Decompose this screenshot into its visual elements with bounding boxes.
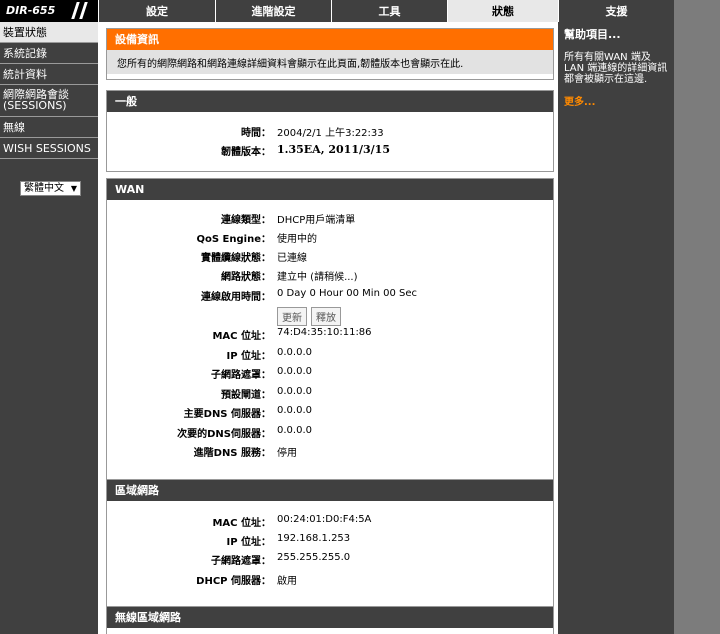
lan-section: 區域網路 MAC 位址： 00:24:01:D0:F4:5A IP 位址： 19… [106,479,554,620]
wan-row: 子網路遮罩： 0.0.0.0 [107,366,553,385]
wan-row: 主要DNS 伺服器： 0.0.0.0 [107,405,553,424]
tab-setup[interactable]: 設定 [98,0,215,22]
firmware-label: 韌體版本： [221,147,271,158]
chevron-down-icon: ▼ [70,184,77,193]
release-button[interactable]: 釋放 [311,307,341,326]
wan-label: IP 位址： [226,351,271,362]
language-select-value: 繁體中文 [24,183,64,194]
wan-row: 進階DNS 服務： 停用 [107,444,553,463]
lan-value: 192.168.1.253 [277,533,351,544]
wan-label: 子網路遮罩： [211,370,271,381]
device-info-panel: 設備資訊 您所有的網際網路和網路連線詳細資料會顯示在此頁面,韌體版本也會顯示在此… [106,28,554,80]
wan-row: 連線類型： DHCP用戶端清單 [107,211,553,230]
sidebar-item-wish-sessions[interactable]: WISH SESSIONS [0,138,98,159]
sidebar-item-statistics[interactable]: 統計資料 [0,64,98,85]
wan-value: 0.0.0.0 [277,347,312,358]
wireless-section: 無線區域網路 [106,606,554,634]
wan-row: MAC 位址： 74:D4:35:10:11:86 [107,327,553,346]
help-panel: 幫助項目... 所有有關WAN 端及LAN 端連線的詳細資訊都會被顯示在這邊. … [558,22,674,634]
general-row-time: 時間： 2004/2/1 上午3:22:33 [107,124,553,143]
lan-label: DHCP 伺服器： [196,576,271,587]
lan-label: 子網路遮罩： [211,556,271,567]
wan-label: QoS Engine： [196,234,272,245]
lan-value: 255.255.255.0 [277,552,351,563]
wan-label: 主要DNS 伺服器： [183,409,271,420]
wan-row: QoS Engine： 使用中的 [107,230,553,249]
lan-label: IP 位址： [226,537,271,548]
help-text: 所有有關WAN 端及LAN 端連線的詳細資訊都會被顯示在這邊. [564,52,668,85]
wan-label: 進階DNS 服務： [193,448,271,459]
wan-value: 0.0.0.0 [277,366,312,377]
lan-row: MAC 位址： 00:24:01:D0:F4:5A [107,514,553,533]
product-logo: DIR-655 [0,0,98,22]
wan-label: MAC 位址： [212,331,271,342]
wan-buttons-row: 更新 釋放 [107,307,553,326]
wan-value: 0.0.0.0 [277,425,312,436]
sidebar-item-logs[interactable]: 系統記錄 [0,43,98,64]
wan-label: 預設閘道： [221,390,271,401]
tab-support[interactable]: 支援 [558,0,674,22]
general-row-firmware: 韌體版本： 1.35EA, 2011/3/15 [107,143,553,162]
renew-button[interactable]: 更新 [277,307,307,326]
wan-label: 網路狀態： [221,272,271,283]
top-navigation-bar: DIR-655 設定 進階設定 工具 狀態 支援 [0,0,674,22]
language-select[interactable]: 繁體中文 ▼ [20,181,81,196]
wireless-section-title: 無線區域網路 [107,607,553,628]
logo-slash-decoration [79,2,88,19]
wan-value: DHCP用戶端清單 [277,215,356,226]
wan-value: 使用中的 [277,234,317,245]
sidebar-item-wireless[interactable]: 無線 [0,117,98,138]
sidebar: 裝置狀態 系統記錄 統計資料 網際網路會談 (SESSIONS) 無線 WISH… [0,22,98,634]
wan-row: IP 位址： 0.0.0.0 [107,347,553,366]
device-info-description: 您所有的網際網路和網路連線詳細資料會顯示在此頁面,韌體版本也會顯示在此. [107,50,553,74]
wan-value: 74:D4:35:10:11:86 [277,327,372,338]
help-title: 幫助項目... [564,28,621,41]
page-gutter [674,0,720,634]
sidebar-item-internet-sessions[interactable]: 網際網路會談 (SESSIONS) [0,85,98,117]
sidebar-item-device-info[interactable]: 裝置狀態 [0,22,98,43]
general-section-title: 一般 [107,91,553,112]
wan-value: 0.0.0.0 [277,405,312,416]
wan-value: 0 Day 0 Hour 00 Min 00 Sec [277,288,417,299]
wan-label: 連線啟用時間： [201,292,271,303]
wan-label: 次要的DNS伺服器： [177,429,271,440]
wan-row: 實體纜線狀態： 已連線 [107,249,553,268]
wan-row: 次要的DNS伺服器： 0.0.0.0 [107,425,553,444]
lan-row: DHCP 伺服器： 啟用 [107,572,553,591]
wan-label: 實體纜線狀態： [201,253,271,264]
main-tabs: 設定 進階設定 工具 狀態 支援 [98,0,674,22]
main-content: 設備資訊 您所有的網際網路和網路連線詳細資料會顯示在此頁面,韌體版本也會顯示在此… [98,22,558,634]
logo-slash-decoration [71,2,80,19]
wan-row: 網路狀態： 建立中 (請稍候...) [107,268,553,287]
wan-value: 0.0.0.0 [277,386,312,397]
lan-section-title: 區域網路 [107,480,553,501]
wan-value: 已連線 [277,253,307,264]
tab-advanced[interactable]: 進階設定 [215,0,331,22]
lan-row: IP 位址： 192.168.1.253 [107,533,553,552]
device-info-title: 設備資訊 [107,29,553,50]
wan-row: 連線啟用時間： 0 Day 0 Hour 00 Min 00 Sec [107,288,553,307]
tab-status[interactable]: 狀態 [447,0,558,22]
wan-section: WAN 連線類型： DHCP用戶端清單 QoS Engine： 使用中的 實體纜… [106,178,554,493]
model-name: DIR-655 [6,4,56,17]
time-label: 時間： [241,128,271,139]
wan-section-title: WAN [107,179,553,200]
general-section: 一般 時間： 2004/2/1 上午3:22:33 韌體版本： 1.35EA, … [106,90,554,172]
lan-label: MAC 位址： [212,518,271,529]
wan-row: 預設閘道： 0.0.0.0 [107,386,553,405]
tab-tools[interactable]: 工具 [331,0,447,22]
lan-row: 子網路遮罩： 255.255.255.0 [107,552,553,571]
wan-value: 停用 [277,448,297,459]
help-more-link[interactable]: 更多... [558,85,674,116]
wan-label: 連線類型： [221,215,271,226]
time-value: 2004/2/1 上午3:22:33 [277,128,384,139]
firmware-value: 1.35EA, 2011/3/15 [277,143,390,156]
wan-buttons: 更新 釋放 [277,307,345,326]
lan-value: 啟用 [277,576,297,587]
wan-value: 建立中 (請稍候...) [277,272,358,283]
lan-value: 00:24:01:D0:F4:5A [277,514,372,525]
